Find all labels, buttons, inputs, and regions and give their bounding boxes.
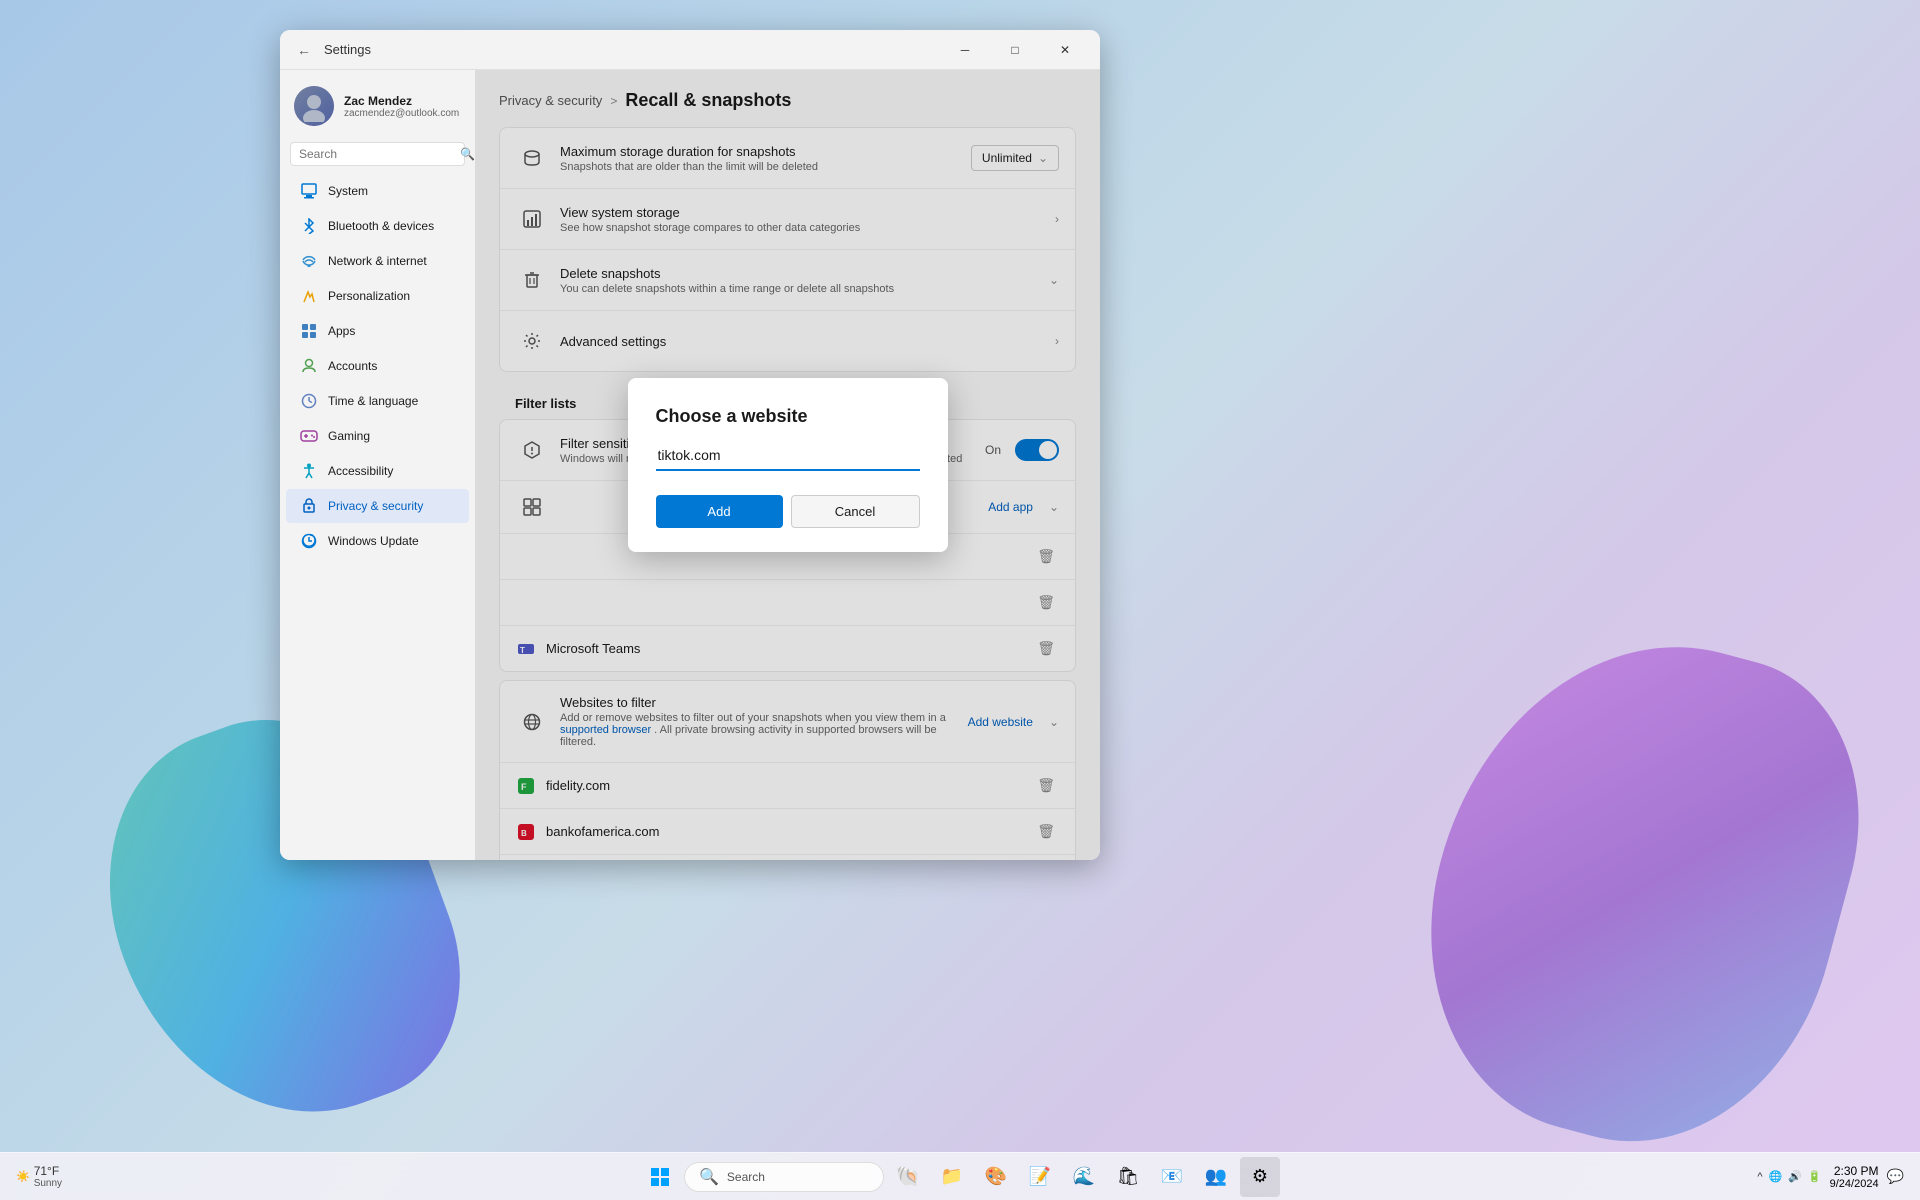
taskbar-center: 🔍 Search 🐚 📁 🎨 📝 🌊 🛍 📧 👥 ⚙ [640, 1157, 1280, 1197]
title-bar: ← Settings ─ □ ✕ [280, 30, 1100, 70]
accessibility-icon [300, 462, 318, 480]
network-tray-icon[interactable]: 🌐 [1769, 1170, 1783, 1183]
weather-condition: Sunny [34, 1178, 62, 1189]
sidebar-item-accessibility[interactable]: Accessibility [286, 454, 469, 488]
taskbar-icon-mail[interactable]: 📧 [1152, 1157, 1192, 1197]
website-input[interactable] [656, 443, 920, 471]
sidebar-item-network[interactable]: Network & internet [286, 244, 469, 278]
taskbar: ☀️ 71°F Sunny 🔍 Search 🐚 📁 🎨 📝 🌊 [0, 1152, 1920, 1200]
sidebar-label-bluetooth: Bluetooth & devices [328, 219, 434, 233]
sidebar-item-apps[interactable]: Apps [286, 314, 469, 348]
sidebar-label-network: Network & internet [328, 254, 427, 268]
battery-icon[interactable]: 🔋 [1808, 1170, 1822, 1183]
personalization-icon [300, 287, 318, 305]
back-button[interactable]: ← [292, 38, 316, 62]
system-icon [300, 182, 318, 200]
notification-icon[interactable]: 💬 [1887, 1168, 1904, 1185]
dialog-buttons: Add Cancel [656, 495, 920, 528]
sidebar-label-accessibility: Accessibility [328, 464, 393, 478]
dialog-overlay: Choose a website Add Cancel [475, 70, 1100, 860]
user-profile[interactable]: Zac Mendez zacmendez@outlook.com [280, 78, 475, 142]
sidebar-item-windows-update[interactable]: Windows Update [286, 524, 469, 558]
clock-time: 2:30 PM [1830, 1164, 1879, 1178]
volume-icon[interactable]: 🔊 [1788, 1170, 1802, 1183]
taskbar-search[interactable]: 🔍 Search [684, 1162, 884, 1192]
taskbar-search-text: Search [727, 1170, 765, 1184]
taskbar-icon-notes[interactable]: 📝 [1020, 1157, 1060, 1197]
minimize-button[interactable]: ─ [942, 34, 988, 66]
taskbar-icon-explorer[interactable]: 🐚 [888, 1157, 928, 1197]
settings-window: ← Settings ─ □ ✕ Zac Mende [280, 30, 1100, 860]
search-icon: 🔍 [460, 147, 475, 161]
clock[interactable]: 2:30 PM 9/24/2024 [1830, 1164, 1879, 1190]
add-dialog-button[interactable]: Add [656, 495, 783, 528]
sidebar-item-accounts[interactable]: Accounts [286, 349, 469, 383]
taskbar-right: ^ 🌐 🔊 🔋 2:30 PM 9/24/2024 💬 [1757, 1164, 1904, 1190]
privacy-icon [300, 497, 318, 515]
window-title: Settings [324, 42, 371, 57]
taskbar-icon-edge[interactable]: 🌊 [1064, 1157, 1104, 1197]
sidebar-item-system[interactable]: System [286, 174, 469, 208]
chevron-up-icon[interactable]: ^ [1757, 1171, 1762, 1183]
start-button[interactable] [640, 1157, 680, 1197]
sidebar-label-system: System [328, 184, 368, 198]
sidebar-label-windows-update: Windows Update [328, 534, 419, 548]
sidebar-item-bluetooth[interactable]: Bluetooth & devices [286, 209, 469, 243]
taskbar-left: ☀️ 71°F Sunny [16, 1164, 62, 1189]
sidebar-search-box[interactable]: 🔍 [290, 142, 465, 166]
sidebar-item-time[interactable]: Time & language [286, 384, 469, 418]
taskbar-icon-paint[interactable]: 🎨 [976, 1157, 1016, 1197]
sidebar-search-input[interactable] [299, 147, 454, 161]
apps-icon [300, 322, 318, 340]
avatar [294, 86, 334, 126]
window-body: Zac Mendez zacmendez@outlook.com 🔍 Syste… [280, 70, 1100, 860]
sidebar-label-accounts: Accounts [328, 359, 377, 373]
sidebar-label-apps: Apps [328, 324, 355, 338]
time-icon [300, 392, 318, 410]
weather-temp: 71°F [34, 1164, 62, 1178]
user-name: Zac Mendez [344, 94, 459, 108]
taskbar-icon-settings-active[interactable]: ⚙ [1240, 1157, 1280, 1197]
window-controls: ─ □ ✕ [942, 34, 1088, 66]
system-tray[interactable]: ^ 🌐 🔊 🔋 [1757, 1170, 1821, 1183]
choose-website-dialog: Choose a website Add Cancel [628, 378, 948, 552]
bluetooth-icon [300, 217, 318, 235]
gaming-icon [300, 427, 318, 445]
dialog-title: Choose a website [656, 406, 920, 427]
sidebar-label-personalization: Personalization [328, 289, 410, 303]
clock-date: 9/24/2024 [1830, 1178, 1879, 1190]
network-icon [300, 252, 318, 270]
maximize-button[interactable]: □ [992, 34, 1038, 66]
sidebar-label-time: Time & language [328, 394, 418, 408]
sidebar-item-personalization[interactable]: Personalization [286, 279, 469, 313]
taskbar-icon-teams[interactable]: 👥 [1196, 1157, 1236, 1197]
accounts-icon [300, 357, 318, 375]
sidebar-item-gaming[interactable]: Gaming [286, 419, 469, 453]
bg-decoration-2 [1382, 597, 1898, 1183]
taskbar-icon-store[interactable]: 🛍 [1108, 1157, 1148, 1197]
main-content: Privacy & security > Recall & snapshots … [475, 70, 1100, 860]
sidebar-label-privacy: Privacy & security [328, 499, 423, 513]
taskbar-search-icon: 🔍 [699, 1167, 719, 1187]
cancel-dialog-button[interactable]: Cancel [791, 495, 920, 528]
sidebar-item-privacy[interactable]: Privacy & security [286, 489, 469, 523]
windows-update-icon [300, 532, 318, 550]
user-info: Zac Mendez zacmendez@outlook.com [344, 94, 459, 119]
sidebar-label-gaming: Gaming [328, 429, 370, 443]
weather-icon: ☀️ [16, 1170, 30, 1183]
weather-widget[interactable]: ☀️ 71°F Sunny [16, 1164, 62, 1189]
user-email: zacmendez@outlook.com [344, 108, 459, 119]
sidebar: Zac Mendez zacmendez@outlook.com 🔍 Syste… [280, 70, 475, 860]
taskbar-icon-folder[interactable]: 📁 [932, 1157, 972, 1197]
close-button[interactable]: ✕ [1042, 34, 1088, 66]
